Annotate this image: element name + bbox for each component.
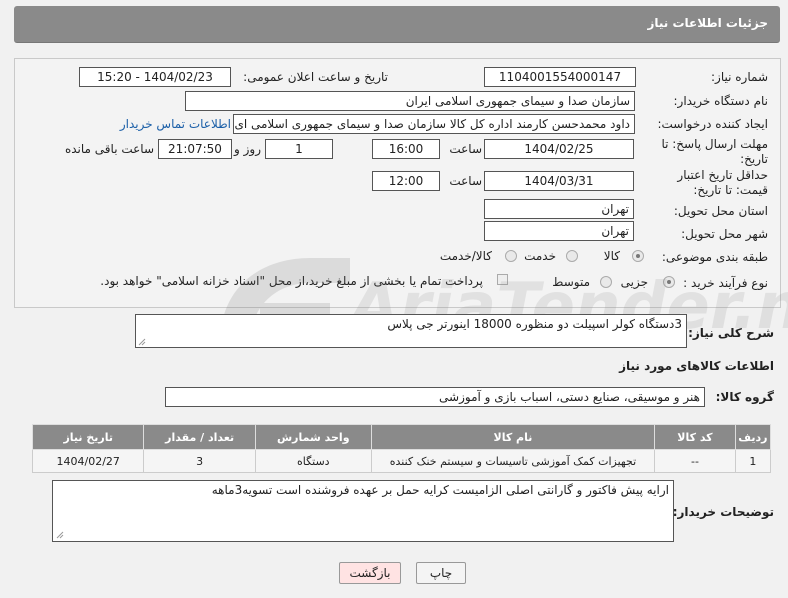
- table-row: 1 -- تجهیزات کمک آموزشی تاسیسات و سیستم …: [31, 449, 772, 473]
- goods-group-field: هنر و موسیقی، صنایع دستی، اسباب بازی و آ…: [165, 387, 705, 407]
- resize-handle-icon[interactable]: [138, 338, 146, 346]
- process-option-medium: متوسط: [552, 275, 590, 289]
- process-radio-minor[interactable]: [663, 276, 675, 288]
- items-table: ردیف کد کالا نام کالا واحد شمارش تعداد /…: [31, 424, 772, 473]
- need-number-label: شماره نیاز:: [711, 70, 768, 84]
- price-valid-label: حداقل تاریخ اعتبار قیمت: تا تاریخ:: [677, 168, 768, 197]
- category-label: طبقه بندی موضوعی:: [661, 250, 768, 264]
- remaining-days-field: 1: [265, 139, 333, 159]
- creator-label: ایجاد کننده درخواست:: [657, 117, 768, 131]
- row-number: 1: [734, 449, 772, 473]
- page-frame: جزئیات اطلاعات نیاز شماره نیاز: 11040015…: [0, 0, 788, 598]
- province-label: استان محل تحویل:: [673, 204, 768, 218]
- buyer-org-label: نام دستگاه خریدار:: [673, 94, 769, 108]
- back-button[interactable]: بازگشت: [339, 562, 401, 584]
- category-option-goods-service: کالا/خدمت: [439, 249, 492, 263]
- items-table-header: ردیف کد کالا نام کالا واحد شمارش تعداد /…: [31, 424, 772, 450]
- payment-checkbox[interactable]: [497, 274, 508, 285]
- category-option-goods: کالا: [603, 249, 620, 263]
- resize-handle-icon[interactable]: [56, 531, 64, 539]
- process-label: نوع فرآیند خرید :: [683, 276, 768, 290]
- price-valid-time-field: 12:00: [372, 171, 440, 191]
- buyer-contact-link[interactable]: اطلاعات تماس خریدار: [120, 117, 231, 131]
- col-name-header: نام کالا: [370, 424, 656, 450]
- announce-date-field: 1404/02/23 - 15:20: [79, 67, 231, 87]
- page-header: جزئیات اطلاعات نیاز: [14, 6, 780, 43]
- buyer-notes-label: توضیحات خریدار:: [672, 505, 774, 519]
- creator-field: داود محمدحسن کارمند اداره کل کالا سازمان…: [233, 114, 635, 134]
- goods-code: --: [654, 449, 736, 473]
- buyer-notes-field: ارایه پیش فاکتور و گارانتی اصلی الزامیست…: [52, 480, 674, 542]
- description-field: 3دستگاه کولر اسپیلت دو منظوره 18000 اینو…: [135, 314, 687, 348]
- city-field: تهران: [484, 221, 634, 241]
- goods-info-title: اطلاعات کالاهای مورد نیاز: [619, 359, 774, 373]
- announce-date-label: تاریخ و ساعت اعلان عمومی:: [243, 70, 388, 84]
- need-date: 1404/02/27: [31, 449, 145, 473]
- page-title: جزئیات اطلاعات نیاز: [647, 16, 768, 30]
- quantity: 3: [143, 449, 256, 473]
- price-valid-time-label: ساعت: [449, 174, 482, 188]
- category-radio-goods-service[interactable]: [505, 250, 517, 262]
- col-row-header: ردیف: [734, 424, 772, 450]
- print-button[interactable]: چاپ: [416, 562, 466, 584]
- description-label: شرح کلی نیاز:: [688, 326, 774, 340]
- buyer-org-field: سازمان صدا و سیمای جمهوری اسلامی ایران: [185, 91, 635, 111]
- category-radio-service[interactable]: [566, 250, 578, 262]
- process-radio-medium[interactable]: [600, 276, 612, 288]
- need-number-field: 1104001554000147: [484, 67, 636, 87]
- category-radio-goods[interactable]: [632, 250, 644, 262]
- goods-name: تجهیزات کمک آموزشی تاسیسات و سیستم خنک ک…: [370, 449, 656, 473]
- days-label: روز و: [234, 142, 261, 156]
- province-field: تهران: [484, 199, 634, 219]
- remaining-time-field: 21:07:50: [158, 139, 232, 159]
- col-qty-header: تعداد / مقدار: [143, 424, 256, 450]
- price-valid-date-field: 1404/03/31: [484, 171, 634, 191]
- col-unit-header: واحد شمارش: [254, 424, 372, 450]
- payment-note: پرداخت تمام یا بخشی از مبلغ خرید،از محل …: [100, 274, 483, 288]
- reply-deadline-label: مهلت ارسال پاسخ: تا تاریخ:: [661, 137, 768, 166]
- goods-group-label: گروه کالا:: [715, 390, 774, 404]
- city-label: شهر محل تحویل:: [681, 227, 768, 241]
- col-code-header: کد کالا: [654, 424, 736, 450]
- reply-time-field: 16:00: [372, 139, 440, 159]
- reply-date-field: 1404/02/25: [484, 139, 634, 159]
- unit: دستگاه: [254, 449, 372, 473]
- category-option-service: خدمت: [524, 249, 556, 263]
- process-option-minor: جزیی: [620, 275, 648, 289]
- reply-time-label: ساعت: [449, 142, 482, 156]
- col-date-header: تاریخ نیاز: [31, 424, 145, 450]
- remaining-time-label: ساعت باقی مانده: [64, 142, 154, 156]
